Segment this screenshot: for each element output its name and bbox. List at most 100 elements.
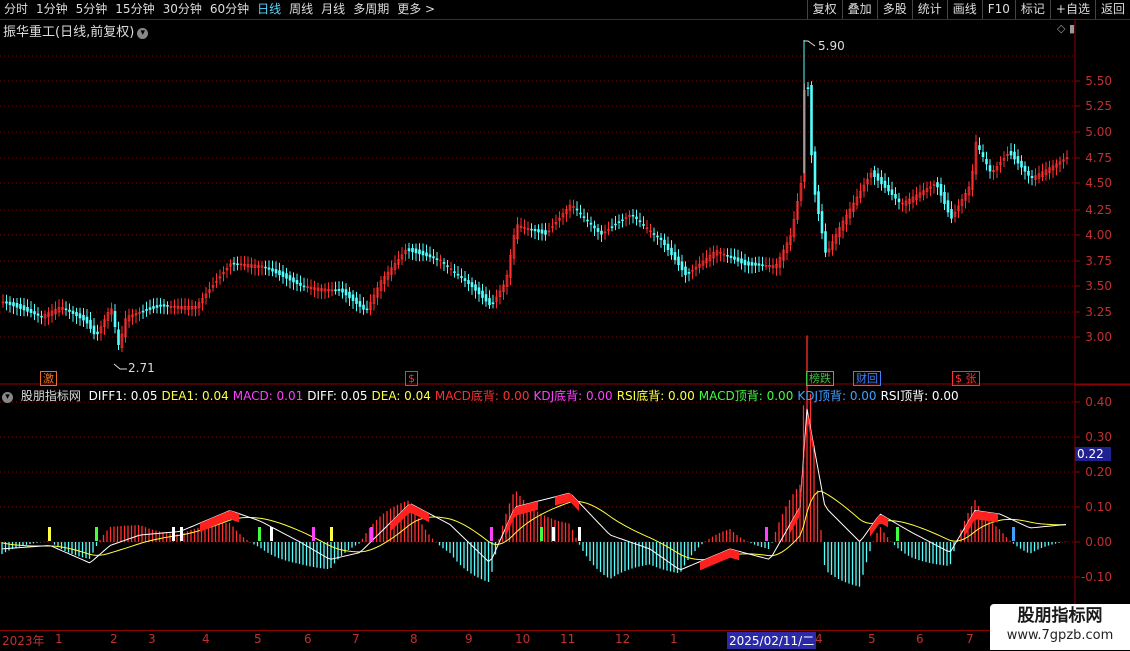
candle-body: [677, 256, 680, 266]
candle-body: [663, 239, 666, 246]
event-badge[interactable]: 财回: [853, 371, 881, 386]
candle-body: [810, 85, 813, 156]
candle-body: [936, 182, 939, 188]
candle-body: [418, 249, 421, 255]
candle-body: [652, 233, 656, 235]
price-tick: 4.50: [1085, 176, 1112, 190]
candle-body: [894, 193, 897, 199]
candle-body: [484, 294, 488, 302]
date-tick: 6: [916, 632, 924, 646]
indicator-tick: 0.00: [1085, 535, 1112, 549]
date-tick: 2: [110, 632, 118, 646]
candle-body: [355, 297, 358, 304]
signal-mark: [578, 527, 581, 541]
candle-body: [666, 243, 670, 251]
candle-body: [152, 306, 155, 309]
candle-body: [421, 250, 425, 256]
date-tick: 4: [202, 632, 210, 646]
candle-body: [1027, 170, 1030, 176]
candle-body: [600, 230, 603, 235]
candle-body: [544, 230, 547, 235]
candle-body: [985, 158, 988, 165]
date-tick: 1: [55, 632, 63, 646]
date-tick: 1: [670, 632, 678, 646]
candle-body: [736, 257, 740, 262]
indicator-tick: 0.30: [1085, 430, 1112, 444]
divergence-fill: [870, 515, 888, 537]
signal-mark: [765, 527, 768, 541]
date-tick: 11: [560, 632, 576, 646]
date-tick: 5: [868, 632, 876, 646]
candle-body: [435, 258, 439, 260]
candle-body: [806, 87, 810, 89]
candle-body: [267, 267, 271, 270]
candle-body: [36, 313, 40, 316]
candle-body: [362, 304, 365, 310]
candle-body: [460, 276, 463, 278]
candle-body: [145, 308, 148, 311]
candle-body: [341, 288, 344, 293]
candle-body: [1009, 151, 1013, 156]
candle-body: [988, 165, 992, 172]
candle-body: [78, 313, 82, 319]
candle-body: [873, 170, 876, 178]
candle-body: [407, 248, 411, 252]
price-tick: 3.00: [1085, 330, 1112, 344]
date-tick: 10: [515, 632, 531, 646]
candle-body: [582, 216, 586, 218]
candle-body: [344, 289, 348, 296]
price-tick: 3.25: [1085, 305, 1112, 319]
candle-body: [299, 282, 302, 286]
watermark: 股朋指标网 www.7gpzb.com: [990, 604, 1130, 650]
candle-body: [365, 308, 369, 311]
candle-body: [813, 151, 817, 195]
signal-mark: [270, 527, 273, 541]
high-marker-line: [804, 40, 816, 47]
signal-mark: [540, 527, 543, 541]
event-badge[interactable]: $ 张: [952, 371, 980, 386]
event-badge[interactable]: 激: [40, 371, 57, 386]
indicator-value: DIFF1: 0.05: [88, 389, 158, 403]
low-marker-label: 2.71: [128, 361, 155, 375]
candle-body: [288, 275, 292, 281]
candle-body: [1023, 165, 1027, 172]
candle-body: [40, 315, 43, 318]
candle-body: [113, 311, 117, 328]
candle-body: [750, 262, 754, 266]
date-tick: 7: [352, 632, 360, 646]
indicator-legend: ▾ 股朋指标网 DIFF1: 0.05 DEA1: 0.04 MACD: 0.01 D…: [2, 387, 967, 403]
price-tick: 4.00: [1085, 228, 1112, 242]
candle-body: [22, 305, 26, 311]
candle-body: [358, 301, 362, 307]
chart-canvas[interactable]: 5.90 2.71: [0, 0, 1130, 650]
indicator-value: DEA1: 0.04: [161, 389, 229, 403]
candle-body: [1020, 160, 1023, 168]
candle-body: [491, 302, 495, 304]
candle-body: [596, 228, 600, 232]
event-badge[interactable]: 榜跌: [806, 371, 834, 386]
candle-body: [232, 262, 236, 265]
chevron-down-icon[interactable]: ▾: [2, 392, 13, 403]
candle-body: [162, 304, 166, 307]
candle-body: [281, 271, 285, 277]
candle-body: [638, 220, 642, 223]
candle-body: [673, 252, 677, 261]
indicator-value: MACD底背: 0.00: [434, 389, 530, 403]
candle-body: [96, 331, 99, 335]
signal-mark: [896, 527, 899, 541]
event-badge[interactable]: $: [405, 371, 418, 386]
price-tick: 5.25: [1085, 99, 1112, 113]
candle-body: [411, 247, 414, 253]
indicator-name[interactable]: 股朋指标网: [21, 389, 81, 403]
date-tick: 12: [615, 632, 631, 646]
candle-body: [540, 229, 544, 234]
candle-body: [670, 247, 673, 256]
candle-body: [593, 225, 596, 229]
current-value-tag: 0.22: [1075, 447, 1111, 461]
candle-body: [754, 262, 757, 266]
watermark-title: 股朋指标网: [1017, 606, 1103, 626]
candle-body: [589, 222, 593, 225]
divergence-fill: [390, 504, 429, 532]
candle-body: [761, 264, 764, 266]
candle-body: [684, 266, 687, 276]
